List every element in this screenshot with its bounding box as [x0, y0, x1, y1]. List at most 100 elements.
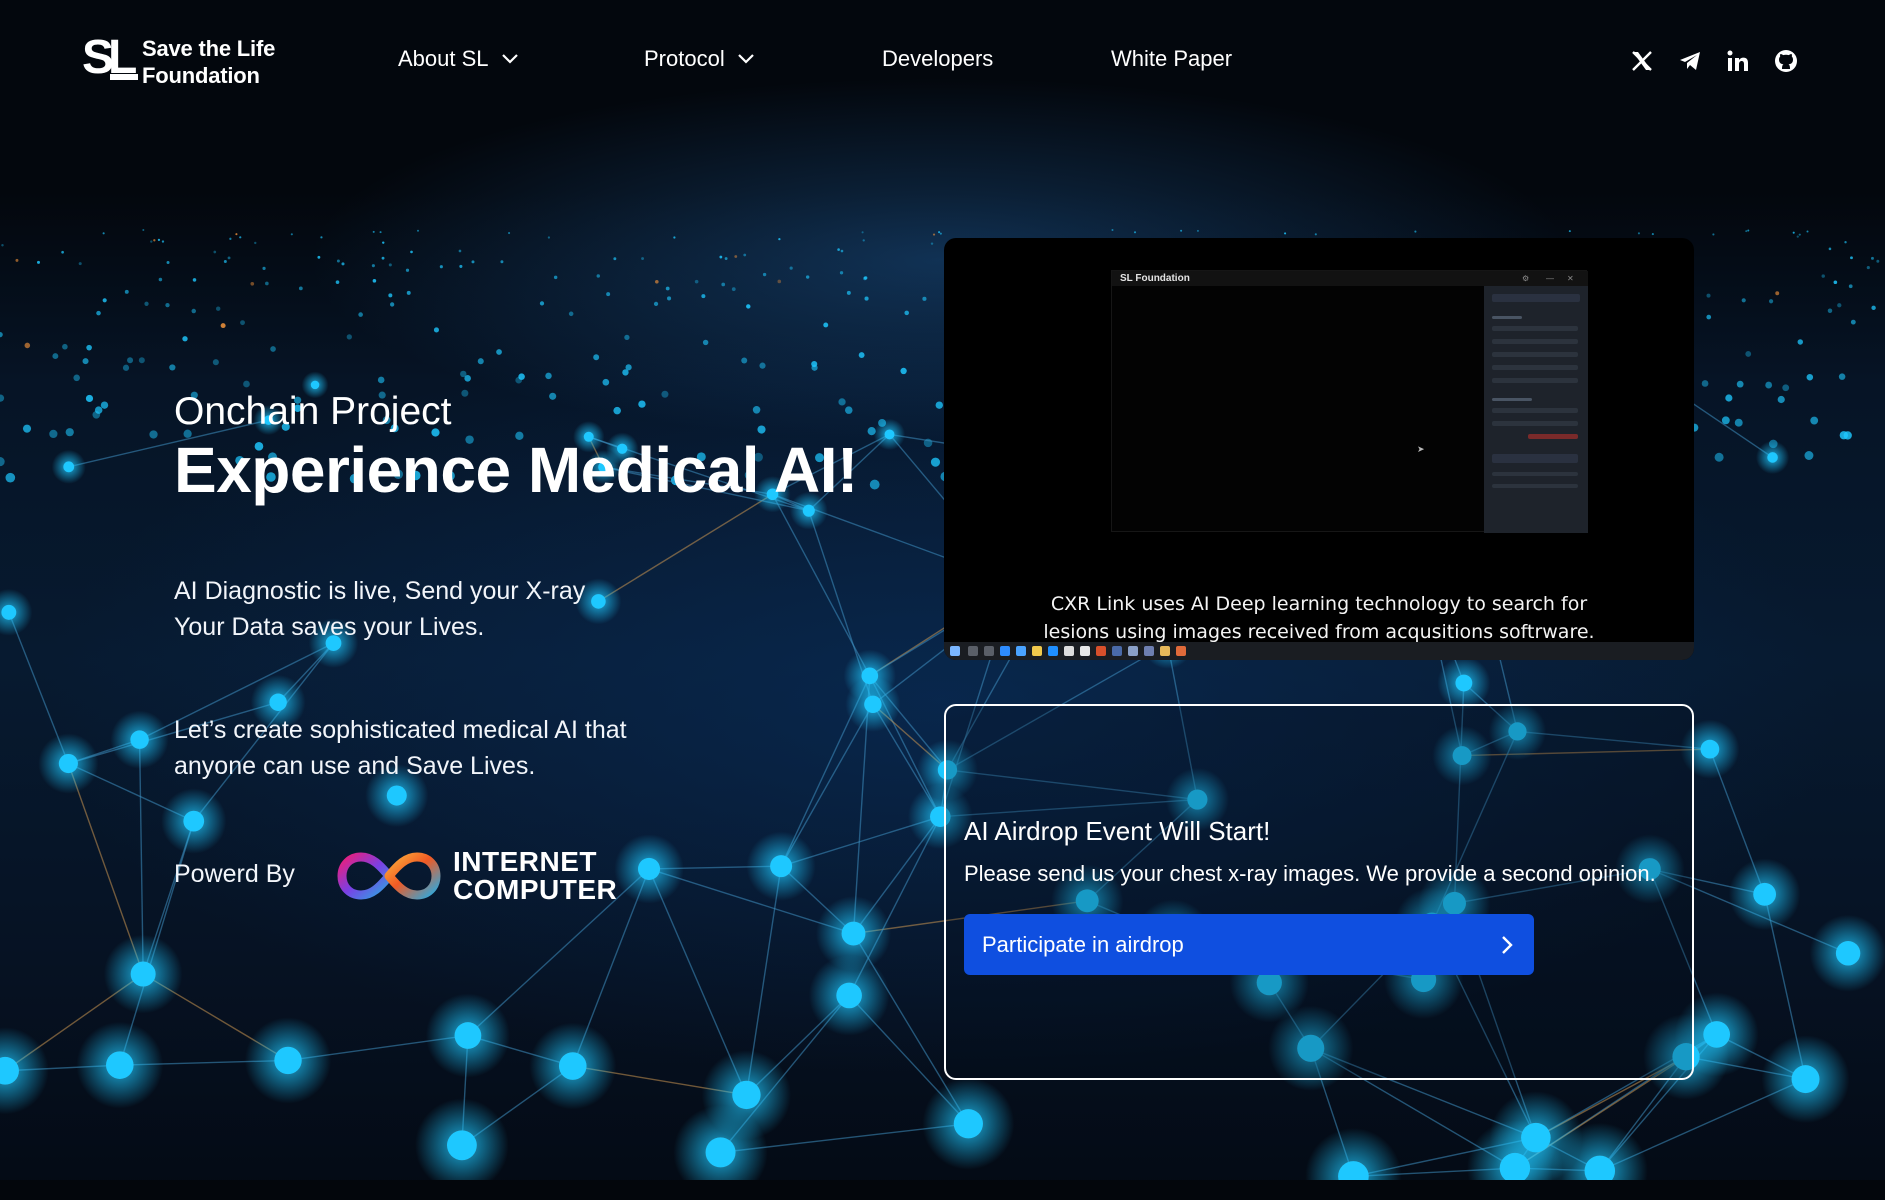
folder-icon — [1032, 646, 1042, 656]
network-dot — [459, 264, 463, 268]
app-side-panel — [1484, 286, 1588, 533]
network-dot — [298, 286, 303, 291]
network-dot — [439, 265, 443, 269]
network-dot — [346, 334, 352, 340]
network-dot — [1637, 232, 1640, 235]
network-dot — [1839, 431, 1848, 440]
taskview-icon — [984, 646, 994, 656]
network-dot — [863, 276, 867, 281]
network-node — [637, 857, 661, 881]
hero-intro-line: Your Data saves your Lives. — [174, 613, 485, 641]
network-dot — [653, 301, 659, 306]
network-dot — [606, 292, 611, 297]
network-dot — [239, 236, 242, 239]
network-dot — [596, 274, 600, 278]
settings-icon: ⚙ — [1522, 274, 1530, 283]
network-dot — [1712, 233, 1715, 236]
network-dot — [553, 275, 558, 280]
app-icon — [1080, 646, 1090, 656]
edge-icon — [1000, 646, 1010, 656]
network-dot — [1314, 233, 1317, 236]
network-dot — [655, 280, 659, 284]
network-dot — [1876, 259, 1880, 263]
app-icon — [1112, 646, 1122, 656]
participate-airdrop-button[interactable]: Participate in airdrop — [964, 914, 1534, 975]
caption-line: CXR Link uses AI Deep learning technolog… — [1050, 593, 1588, 615]
brand-logo[interactable]: SL Save the Life Foundation — [82, 33, 292, 89]
network-dot — [192, 278, 197, 282]
network-dot — [1714, 452, 1724, 462]
nav-item-protocol[interactable]: Protocol — [644, 46, 755, 72]
partner-name-line: COMPUTER — [453, 874, 618, 905]
network-dot — [694, 279, 699, 284]
network-dot — [382, 241, 385, 244]
airdrop-card: AI Airdrop Event Will Start! Please send… — [944, 704, 1694, 1080]
network-node — [274, 1046, 302, 1075]
nav-item-label: Protocol — [644, 46, 725, 71]
network-dot — [1747, 229, 1750, 232]
network-node — [269, 693, 287, 711]
telegram-icon[interactable] — [1677, 48, 1703, 74]
hero-intro-line: AI Diagnostic is live, Send your X-ray — [174, 577, 586, 605]
network-dot — [5, 472, 16, 483]
network-dot — [150, 240, 153, 243]
network-dot — [0, 394, 5, 402]
network-dot — [0, 331, 3, 338]
github-icon[interactable] — [1773, 48, 1799, 74]
network-dot — [377, 376, 385, 384]
network-dot — [102, 232, 105, 235]
page: SL Save the Life Foundation About SL Pro… — [0, 0, 1885, 1200]
internet-computer-logo[interactable]: INTERNET COMPUTER — [330, 845, 640, 907]
network-dot — [1871, 305, 1876, 311]
network-node — [106, 1051, 134, 1079]
network-dot — [388, 263, 392, 267]
network-dot — [410, 250, 413, 254]
mouse-cursor-icon: ➤ — [1417, 444, 1425, 454]
network-dot — [602, 378, 610, 386]
network-dot — [122, 364, 130, 371]
linkedin-icon[interactable] — [1725, 48, 1751, 74]
network-link — [598, 493, 773, 602]
network-dot — [240, 320, 245, 326]
nav-item-about-sl[interactable]: About SL — [398, 46, 519, 72]
network-dot — [153, 239, 156, 242]
network-dot — [372, 279, 377, 283]
network-dot — [458, 249, 462, 253]
office-icon — [1096, 646, 1106, 656]
network-node — [1455, 674, 1473, 692]
network-dot — [701, 294, 706, 299]
bottom-edge — [0, 1180, 1885, 1200]
x-icon[interactable] — [1629, 48, 1655, 74]
nav-item-white-paper[interactable]: White Paper — [1111, 46, 1232, 72]
network-dot — [861, 231, 864, 234]
network-dot — [464, 375, 471, 382]
network-dot — [846, 290, 851, 295]
network-dot — [500, 260, 504, 264]
demo-video[interactable]: SL Foundation ⚙ — ✕ ➤ CXR Link uses AI D… — [944, 238, 1694, 660]
network-dot — [157, 238, 161, 242]
network-node — [63, 461, 75, 473]
network-node — [1700, 739, 1720, 759]
nav-item-label: Developers — [882, 46, 994, 71]
network-dot — [15, 258, 19, 262]
network-dot — [1, 244, 4, 247]
network-dot — [673, 236, 676, 239]
start-icon — [950, 646, 960, 656]
network-dot — [864, 296, 869, 301]
brand-name-line2: Foundation — [142, 63, 260, 88]
network-dot — [839, 271, 844, 275]
network-dot — [869, 479, 880, 490]
network-dot — [1782, 384, 1790, 392]
nav-item-developers[interactable]: Developers — [882, 46, 993, 72]
network-dot — [1848, 284, 1853, 289]
network-dot — [1833, 280, 1838, 285]
network-dot — [1850, 319, 1856, 325]
network-node — [732, 1080, 761, 1110]
network-dot — [743, 253, 747, 257]
network-node — [454, 1022, 482, 1049]
app-window-screenshot: SL Foundation ⚙ — ✕ ➤ — [1111, 270, 1588, 533]
network-dot — [320, 236, 323, 239]
network-dot — [336, 259, 340, 263]
network-node — [130, 730, 149, 749]
network-dot — [477, 358, 484, 365]
